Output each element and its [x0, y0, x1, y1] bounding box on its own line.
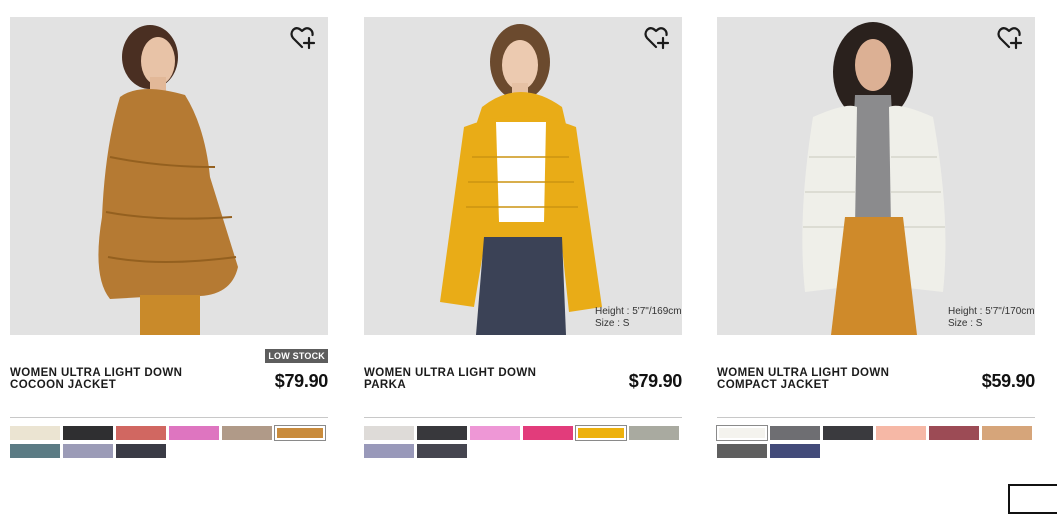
- product-title[interactable]: WOMEN ULTRA LIGHT DOWN COMPACT JACKET: [717, 367, 922, 391]
- product-card[interactable]: LOW STOCK WOMEN ULTRA LIGHT DOWN COCOON …: [10, 17, 328, 458]
- product-image[interactable]: Height : 5'7"/169cm Size : S: [364, 17, 682, 335]
- color-swatch[interactable]: [274, 425, 326, 441]
- divider: [717, 417, 1035, 418]
- color-swatch[interactable]: [10, 426, 60, 440]
- color-swatch[interactable]: [364, 444, 414, 458]
- model-photo: [98, 25, 238, 335]
- model-height: Height : 5'7"/169cm: [595, 306, 682, 317]
- color-swatch[interactable]: [716, 425, 768, 441]
- color-swatch[interactable]: [717, 444, 767, 458]
- color-swatch[interactable]: [222, 426, 272, 440]
- model-height: Height : 5'7"/170cm: [948, 306, 1035, 317]
- color-swatch[interactable]: [523, 426, 573, 440]
- model-info: Height : 5'7"/170cm Size : S: [948, 306, 1035, 330]
- color-swatches: [716, 425, 1037, 458]
- heart-plus-icon[interactable]: [644, 26, 670, 50]
- product-price: $79.90: [274, 371, 329, 391]
- low-stock-badge: LOW STOCK: [265, 349, 328, 363]
- product-title[interactable]: WOMEN ULTRA LIGHT DOWN COCOON JACKET: [10, 367, 215, 391]
- scroll-to-top-button[interactable]: [1008, 484, 1057, 514]
- model-info: Height : 5'7"/169cm Size : S: [595, 306, 682, 330]
- product-price: $59.90: [981, 371, 1036, 391]
- product-price: $79.90: [628, 371, 683, 391]
- color-swatches: [10, 425, 330, 458]
- color-swatch[interactable]: [169, 426, 219, 440]
- heart-plus-icon[interactable]: [997, 26, 1023, 50]
- color-swatch[interactable]: [116, 444, 166, 458]
- product-card[interactable]: Height : 5'7"/169cm Size : S WOMEN ULTRA…: [364, 17, 682, 458]
- color-swatch[interactable]: [364, 426, 414, 440]
- product-title[interactable]: WOMEN ULTRA LIGHT DOWN PARKA: [364, 367, 569, 391]
- product-image[interactable]: [10, 17, 328, 335]
- color-swatch[interactable]: [63, 426, 113, 440]
- color-swatch[interactable]: [575, 425, 627, 441]
- model-photo: [440, 24, 602, 335]
- color-swatch[interactable]: [10, 444, 60, 458]
- color-swatch[interactable]: [929, 426, 979, 440]
- color-swatch[interactable]: [470, 426, 520, 440]
- model-size: Size : S: [595, 318, 630, 329]
- product-card[interactable]: Height : 5'7"/170cm Size : S WOMEN ULTRA…: [716, 17, 1035, 458]
- product-image[interactable]: Height : 5'7"/170cm Size : S: [717, 17, 1035, 335]
- color-swatch[interactable]: [417, 444, 467, 458]
- color-swatch[interactable]: [417, 426, 467, 440]
- color-swatch[interactable]: [770, 444, 820, 458]
- color-swatch[interactable]: [63, 444, 113, 458]
- divider: [10, 417, 328, 418]
- color-swatch[interactable]: [770, 426, 820, 440]
- model-size: Size : S: [948, 318, 983, 329]
- color-swatch[interactable]: [629, 426, 679, 440]
- color-swatch[interactable]: [823, 426, 873, 440]
- color-swatches: [364, 425, 684, 458]
- color-swatch[interactable]: [876, 426, 926, 440]
- divider: [364, 417, 682, 418]
- heart-plus-icon[interactable]: [290, 26, 316, 50]
- model-photo: [802, 22, 946, 335]
- color-swatch[interactable]: [982, 426, 1032, 440]
- color-swatch[interactable]: [116, 426, 166, 440]
